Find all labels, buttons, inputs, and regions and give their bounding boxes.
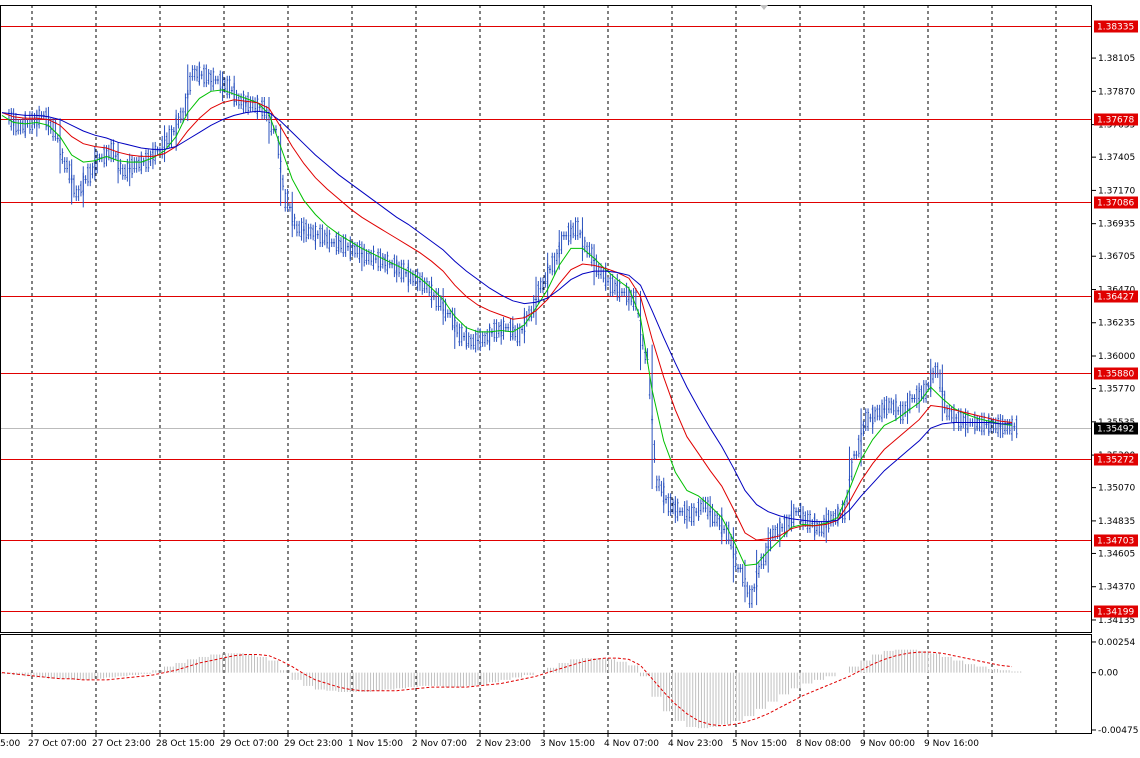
x-tick-label: 2 Nov 07:00 (412, 739, 467, 749)
y-tick-label: 1.34835 (1098, 517, 1135, 527)
y-tick-label: 1.35070 (1098, 484, 1135, 494)
level-price-label: 1.36427 (1097, 293, 1134, 303)
y-tick-label: 1.37405 (1098, 153, 1135, 163)
x-tick-label: 29 Oct 07:00 (220, 739, 279, 749)
forex-chart[interactable]: 1.38105 1.37870 1.37635 1.37405 1.37170 1.369… (0, 0, 1140, 754)
level-price-label: 1.37086 (1097, 199, 1134, 209)
x-tick-label: 9 Nov 00:00 (860, 739, 915, 749)
level-price-label: 1.34199 (1097, 608, 1134, 618)
indicator-y-tick-label: 0.00 (1098, 669, 1118, 679)
level-price-label: 1.35272 (1097, 456, 1134, 466)
y-tick-label: 1.36235 (1098, 319, 1135, 329)
x-tick-label: 27 Oct 23:00 (92, 739, 151, 749)
level-price-label: 1.34703 (1097, 537, 1134, 547)
x-tick-label: 28 Oct 15:00 (156, 739, 215, 749)
y-tick-label: 1.34605 (1098, 549, 1135, 559)
x-tick-label: 4 Nov 23:00 (668, 739, 723, 749)
level-price-label: 1.38335 (1097, 23, 1134, 33)
y-tick-label: 1.36705 (1098, 252, 1135, 262)
chart-canvas[interactable]: 1.381051.378701.376351.374051.371701.369… (0, 0, 1140, 754)
indicator-y-tick-label: -0.00475 (1098, 726, 1138, 736)
x-tick-label: 27 Oct 07:00 (28, 739, 87, 749)
level-price-label: 1.35880 (1097, 370, 1134, 380)
x-tick-label: 29 Oct 23:00 (284, 739, 343, 749)
x-tick-label: 4 Nov 07:00 (604, 739, 659, 749)
y-tick-label: 1.37170 (1098, 186, 1135, 196)
x-tick-label: 1 Nov 15:00 (348, 739, 403, 749)
y-tick-label: 1.36935 (1098, 220, 1135, 230)
x-tick-label: 5 Nov 15:00 (732, 739, 787, 749)
y-tick-label: 1.37870 (1098, 87, 1135, 97)
y-tick-label: 1.34370 (1098, 583, 1135, 593)
y-tick-label: 1.35770 (1098, 385, 1135, 395)
y-tick-label: 1.36000 (1098, 352, 1135, 362)
current-price-label: 1.35492 (1097, 425, 1134, 435)
x-tick-label: 2 Nov 23:00 (476, 739, 531, 749)
indicator-y-tick-label: 0.00254 (1098, 638, 1135, 648)
level-price-label: 1.37678 (1097, 116, 1134, 126)
x-tick-label: 5:00 (0, 739, 20, 749)
x-tick-label: 9 Nov 16:00 (924, 739, 979, 749)
x-tick-label: 8 Nov 08:00 (796, 739, 851, 749)
y-tick-label: 1.38105 (1098, 54, 1135, 64)
x-tick-label: 3 Nov 15:00 (540, 739, 595, 749)
